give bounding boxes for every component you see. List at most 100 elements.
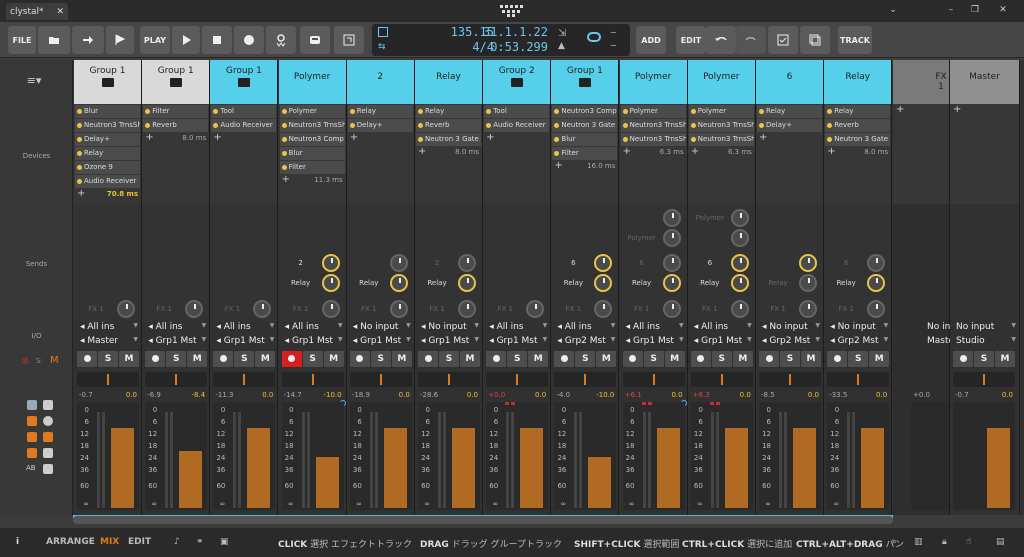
send-knob[interactable]	[730, 274, 749, 292]
send-knob[interactable]	[867, 300, 886, 318]
device-item[interactable]: Delay+	[347, 119, 413, 132]
track-strip[interactable]: Group 2 Tool Audio Receiver + FX 1 ◂ All ins ▼…	[483, 60, 552, 515]
send-knob[interactable]	[526, 300, 545, 318]
input-selector[interactable]: ◂ All ins ▼	[620, 322, 687, 335]
send-knob[interactable]	[799, 300, 817, 318]
send-knob[interactable]	[867, 274, 886, 292]
send-knob[interactable]	[321, 274, 340, 292]
wave-icon-top[interactable]: ∼	[610, 28, 617, 37]
device-item[interactable]: Reverb	[825, 119, 891, 132]
master-header[interactable]: Master	[950, 60, 1019, 104]
send-slot[interactable]: FX 1	[620, 300, 687, 320]
send-slot[interactable]: Relay	[347, 274, 414, 294]
fill-button[interactable]	[334, 26, 364, 54]
pan-slider[interactable]	[622, 372, 685, 387]
ab-icon[interactable]: AB	[26, 464, 36, 472]
folder-icon[interactable]	[510, 78, 523, 87]
pan-slider[interactable]	[213, 372, 276, 387]
send-slot[interactable]: FX 1	[551, 300, 618, 320]
device-item[interactable]: Neutron3 TrnsSh	[620, 119, 686, 132]
comment-icon[interactable]	[43, 464, 53, 474]
send-slot[interactable]: FX 1	[688, 300, 755, 320]
send-slot[interactable]: FX 1	[415, 300, 482, 320]
file-button[interactable]: FILE	[8, 26, 36, 54]
add-button[interactable]: ADD	[636, 26, 666, 54]
note-icon[interactable]: ♪	[174, 537, 180, 547]
send-slot[interactable]: FX 1	[74, 300, 141, 320]
send-knob[interactable]	[594, 300, 613, 318]
device-item[interactable]: Polymer	[688, 105, 754, 118]
output-selector[interactable]: ◂ Grp1 Mst ▼	[347, 336, 414, 349]
horizontal-scrollbar[interactable]	[73, 516, 893, 524]
track-header[interactable]: Polymer	[278, 60, 346, 104]
send-slot[interactable]: FX 1	[347, 300, 414, 320]
add-device-icon[interactable]: +8.0 ms	[415, 146, 482, 158]
track-strip[interactable]: Group 1 Filter Reverb +8.0 ms FX 1 ◂ All ins ▼…	[142, 60, 211, 515]
pan-slider[interactable]	[349, 372, 412, 387]
import-button[interactable]	[72, 26, 104, 54]
send-knob[interactable]	[730, 254, 749, 272]
device-item[interactable]: Filter	[552, 147, 618, 160]
edit-button[interactable]: EDIT	[676, 26, 706, 54]
send-slot[interactable]	[620, 209, 687, 229]
document-tab[interactable]: clystal* ✕	[6, 3, 68, 20]
send-slot[interactable]: Relay	[415, 274, 482, 294]
add-device-icon[interactable]: +70.8 ms	[74, 188, 141, 200]
send-knob[interactable]	[799, 254, 817, 272]
device-item[interactable]: Neutron 3 Gate	[552, 119, 618, 132]
add-device-icon[interactable]: +	[483, 132, 550, 144]
clock-icon[interactable]	[43, 416, 53, 426]
output-selector[interactable]: ◂ Grp2 Mst ▼	[824, 336, 891, 349]
device-item[interactable]: Neutron3 Comp	[279, 133, 345, 146]
send-slot[interactable]: Relay	[756, 274, 823, 294]
record-arm-button[interactable]	[77, 351, 97, 367]
track-header[interactable]: 2	[346, 60, 414, 104]
send-slot[interactable]: 2	[415, 254, 482, 274]
lock-icon[interactable]: 🔒︎	[942, 537, 947, 547]
track-strip[interactable]: Group 1 Blur Neutron3 TrnsSh Delay+ Relay Ozo…	[74, 60, 142, 515]
solo-button[interactable]: S	[848, 351, 869, 367]
overdub-button[interactable]	[300, 26, 330, 54]
add-device-icon[interactable]: +8.0 ms	[824, 146, 891, 158]
link-status-icon[interactable]: ⚭	[196, 537, 204, 547]
device-item[interactable]: Polymer	[620, 105, 686, 118]
volume-fader[interactable]	[724, 428, 748, 508]
pan-slider[interactable]	[77, 372, 139, 387]
record-arm-button[interactable]	[690, 351, 711, 367]
track-strip[interactable]: Polymer Polymer Neutron3 TrnsSh Neutron3 Co…	[278, 60, 347, 515]
record-arm-button[interactable]	[213, 351, 234, 367]
fx-strip-header[interactable]: FX 1	[893, 60, 949, 104]
checkbox-button[interactable]	[768, 26, 798, 54]
mute-button[interactable]: M	[255, 351, 276, 367]
folder-icon[interactable]	[169, 78, 182, 87]
volume-fader[interactable]	[315, 457, 339, 508]
record-arm-button[interactable]	[145, 351, 166, 367]
solo-button[interactable]: S	[234, 351, 255, 367]
volume-fader[interactable]	[987, 428, 1010, 508]
track-strip[interactable]: 6 Relay Delay+ + Relay FX 1 ◂ No input ▼ ◂ Grp2 …	[756, 60, 824, 515]
close-x-icon[interactable]	[43, 432, 53, 442]
mute-button[interactable]: M	[801, 351, 821, 367]
add-device-icon[interactable]: +8.0 ms	[142, 132, 209, 144]
output-selector[interactable]: ◂ Grp1 Mst ▼	[279, 336, 346, 349]
solo-button[interactable]: S	[98, 351, 118, 367]
track-button[interactable]: TRACK	[838, 26, 872, 54]
record-arm-button[interactable]	[349, 351, 370, 367]
mute-button[interactable]: M	[187, 351, 208, 367]
loop-icon[interactable]	[587, 32, 601, 42]
add-device-icon[interactable]: +	[756, 132, 823, 144]
master-output[interactable]: Studio ▼	[950, 336, 1019, 349]
track-header[interactable]: Group 1	[142, 60, 210, 104]
device-item[interactable]: Neutron3 Comp	[552, 105, 618, 118]
punch-icon[interactable]: ⇲	[558, 28, 566, 39]
input-selector[interactable]: ◂ No input ▼	[415, 322, 482, 335]
export-button[interactable]	[106, 26, 134, 54]
redo-button[interactable]	[736, 26, 766, 54]
record-arm-button[interactable]	[953, 351, 973, 367]
add-device-icon[interactable]: +6.3 ms	[688, 146, 755, 158]
send-knob[interactable]	[594, 274, 613, 292]
volume-fader[interactable]	[793, 428, 816, 508]
minimize-icon[interactable]: –	[944, 5, 958, 15]
undo-button[interactable]	[706, 26, 736, 54]
folder-button[interactable]	[38, 26, 70, 54]
